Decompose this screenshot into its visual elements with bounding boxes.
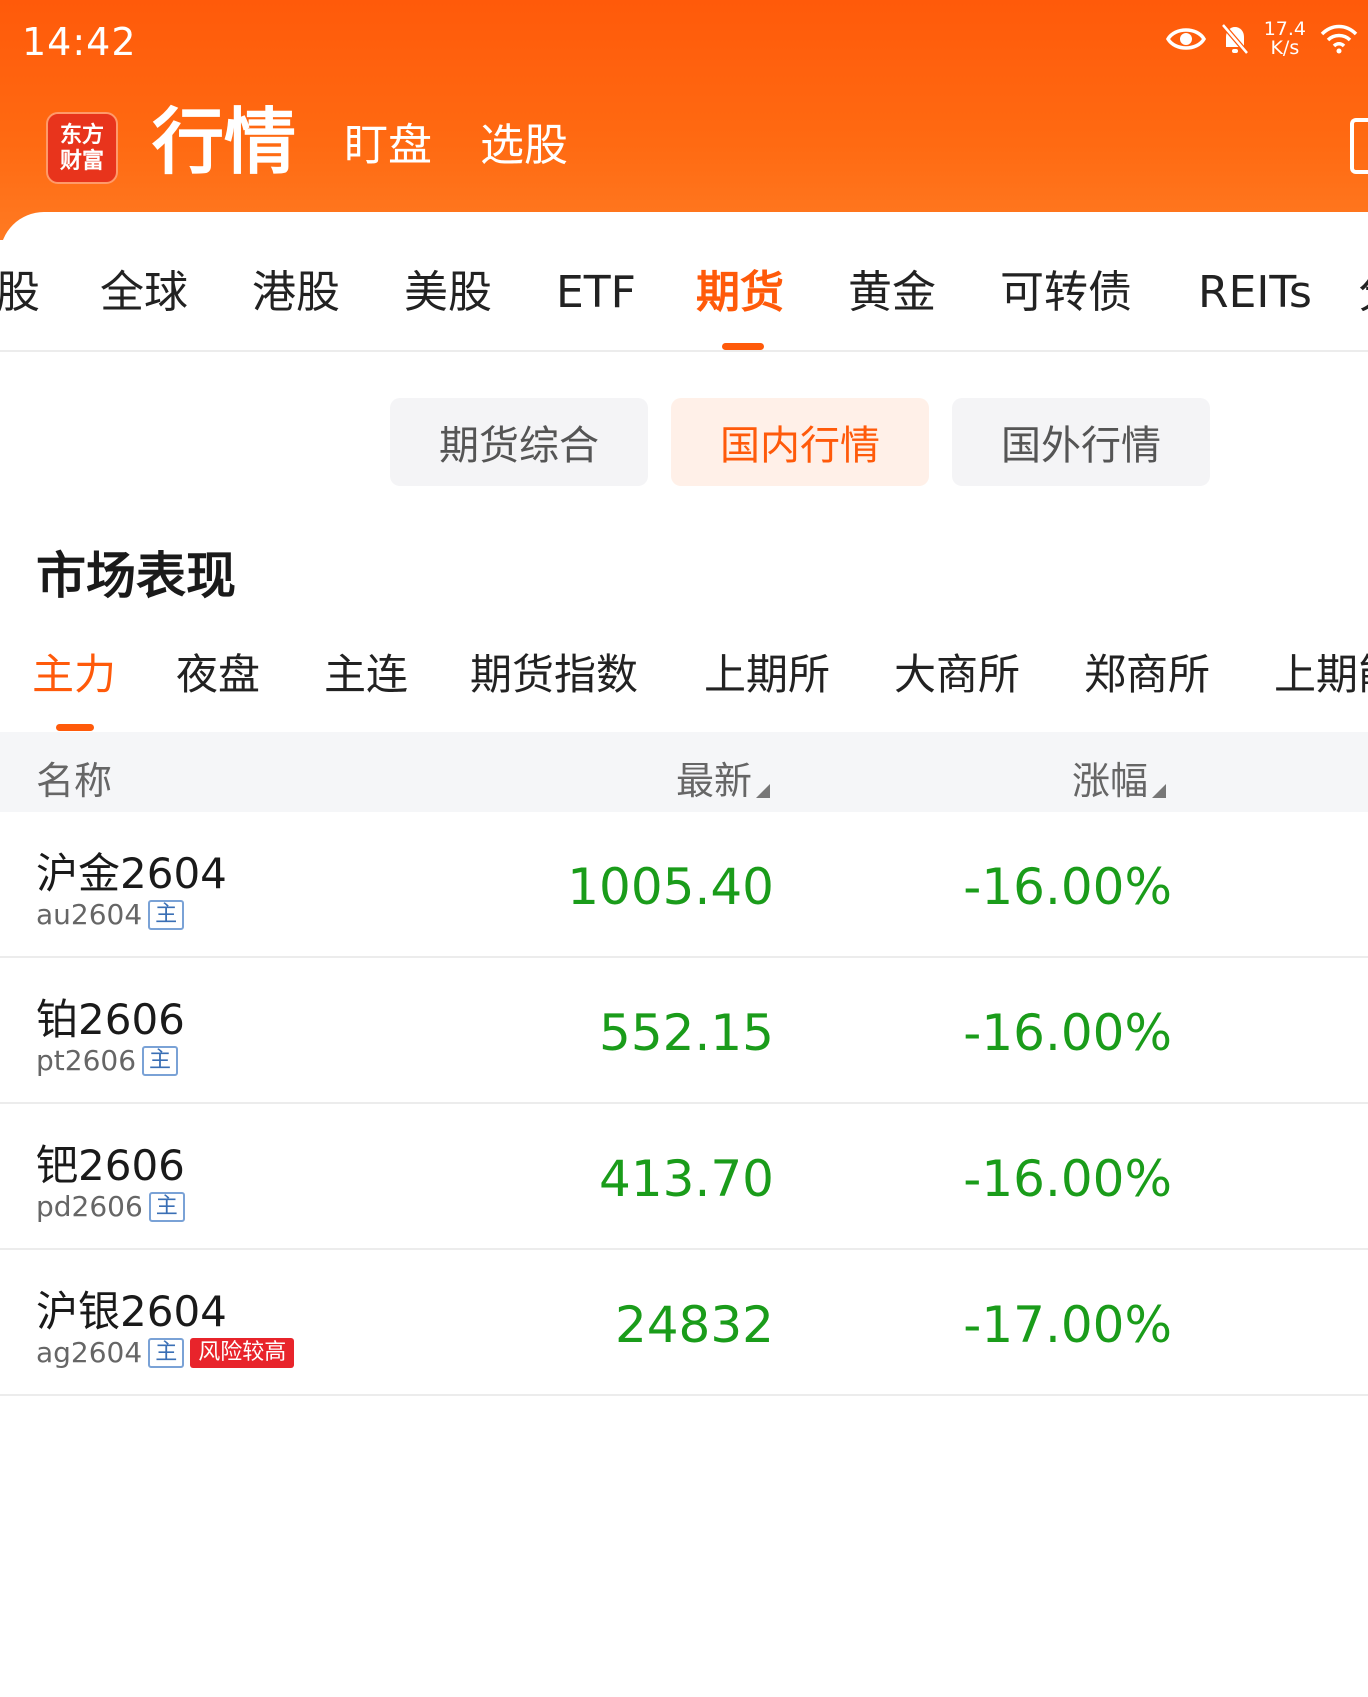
subtab-index[interactable]: 期货指数 [470,650,638,700]
sort-icon [1152,784,1167,798]
category-tab-indicator [722,343,764,350]
tab-reits[interactable]: REITs [1198,268,1312,318]
nav-stock-picker[interactable]: 选股 [480,116,568,184]
table-row[interactable]: 沪银2604 ag2604 主 风险较高 24832 -17.00% [0,1250,1368,1396]
tab-gold[interactable]: 黄金 [848,268,936,318]
status-time: 14:42 [22,20,137,64]
main-nav: 行情 盯盘 选股 [152,100,568,184]
latest-price: 552.15 [599,1004,774,1062]
contract-code-line: au2604 主 [36,898,185,931]
nav-watch[interactable]: 盯盘 [344,116,432,184]
main-contract-badge: 主 [142,1045,179,1076]
table-row[interactable]: 铂2606 pt2606 主 552.15 -16.00% [0,958,1368,1104]
app-logo[interactable]: 东方 财富 [46,112,118,184]
category-tabs: 股 全球 港股 美股 ETF 期货 黄金 可转债 REITs 分 [0,268,1368,350]
change-percent: -17.00% [963,1296,1172,1354]
change-percent: -16.00% [963,1004,1172,1062]
contract-name: 沪金2604 [36,849,227,898]
divider [0,350,1368,352]
eye-icon [1165,25,1206,53]
bell-off-icon [1220,23,1250,55]
contract-code: au2604 [36,898,143,931]
edge-panel-icon[interactable] [1350,118,1368,174]
tab-hk[interactable]: 港股 [252,268,340,318]
subtab-ine[interactable]: 上期能 [1274,650,1368,700]
net-speed-unit: K/s [1270,37,1300,59]
app-header: 14:42 17.4 K/s 东方 财富 行情 盯盘 选股 [0,0,1368,240]
segment-domestic[interactable]: 国内行情 [671,398,929,486]
contract-code-line: pt2606 主 [36,1044,179,1077]
sort-icon [756,784,771,798]
change-percent: -16.00% [963,858,1172,916]
status-icons: 17.4 K/s [1165,20,1358,58]
nav-market[interactable]: 行情 [152,100,296,184]
sub-tab-indicator [56,724,94,731]
latest-price: 1005.40 [567,858,774,916]
subtab-night[interactable]: 夜盘 [176,650,260,700]
subtab-continuous[interactable]: 主连 [324,650,408,700]
latest-price: 24832 [614,1296,774,1354]
contract-code: pd2606 [36,1190,143,1223]
tab-more[interactable]: 分 [1358,268,1368,318]
risk-badge: 风险较高 [190,1337,295,1368]
subtab-shfe[interactable]: 上期所 [704,650,830,700]
col-change[interactable]: 涨幅 [1072,750,1167,805]
segment-foreign[interactable]: 国外行情 [952,398,1210,486]
main-contract-badge: 主 [148,1337,185,1368]
col-change-label: 涨幅 [1072,759,1149,803]
main-contract-badge: 主 [148,899,185,930]
segment-futures-overview[interactable]: 期货综合 [390,398,648,486]
main-contract-badge: 主 [148,1191,185,1222]
table-row[interactable]: 钯2606 pd2606 主 413.70 -16.00% [0,1104,1368,1250]
contract-code-line: ag2604 主 风险较高 [36,1336,295,1369]
tab-us[interactable]: 美股 [404,268,492,318]
net-speed: 17.4 K/s [1264,20,1306,58]
latest-price: 413.70 [599,1150,774,1208]
contract-name: 铂2606 [36,995,185,1044]
tab-stocks[interactable]: 股 [0,268,40,318]
subtab-main[interactable]: 主力 [32,650,116,700]
table-row[interactable]: 沪金2604 au2604 主 1005.40 -16.00% [0,812,1368,958]
change-percent: -16.00% [963,1150,1172,1208]
table-header: 名称 最新 涨幅 [0,732,1368,812]
contract-name: 沪银2604 [36,1287,227,1336]
tab-convertible[interactable]: 可转债 [1000,268,1132,318]
subtab-dce[interactable]: 大商所 [894,650,1020,700]
logo-line-1: 东方 [59,122,104,148]
quote-list: 沪金2604 au2604 主 1005.40 -16.00% 铂2606 pt… [0,812,1368,1396]
contract-code: ag2604 [36,1336,143,1369]
col-latest-label: 最新 [676,759,753,803]
tab-global[interactable]: 全球 [100,268,188,318]
sub-tabs: 主力 夜盘 主连 期货指数 上期所 大商所 郑商所 上期能 [0,650,1368,730]
col-latest[interactable]: 最新 [676,750,771,805]
tab-futures[interactable]: 期货 [696,268,784,318]
subtab-czce[interactable]: 郑商所 [1084,650,1210,700]
contract-code-line: pd2606 主 [36,1190,185,1223]
contract-code: pt2606 [36,1044,137,1077]
col-name: 名称 [36,759,113,803]
wifi-icon [1320,24,1358,54]
section-title: 市场表现 [36,547,236,605]
logo-line-2: 财富 [59,148,104,174]
contract-name: 钯2606 [36,1141,185,1190]
tab-etf[interactable]: ETF [556,268,636,318]
